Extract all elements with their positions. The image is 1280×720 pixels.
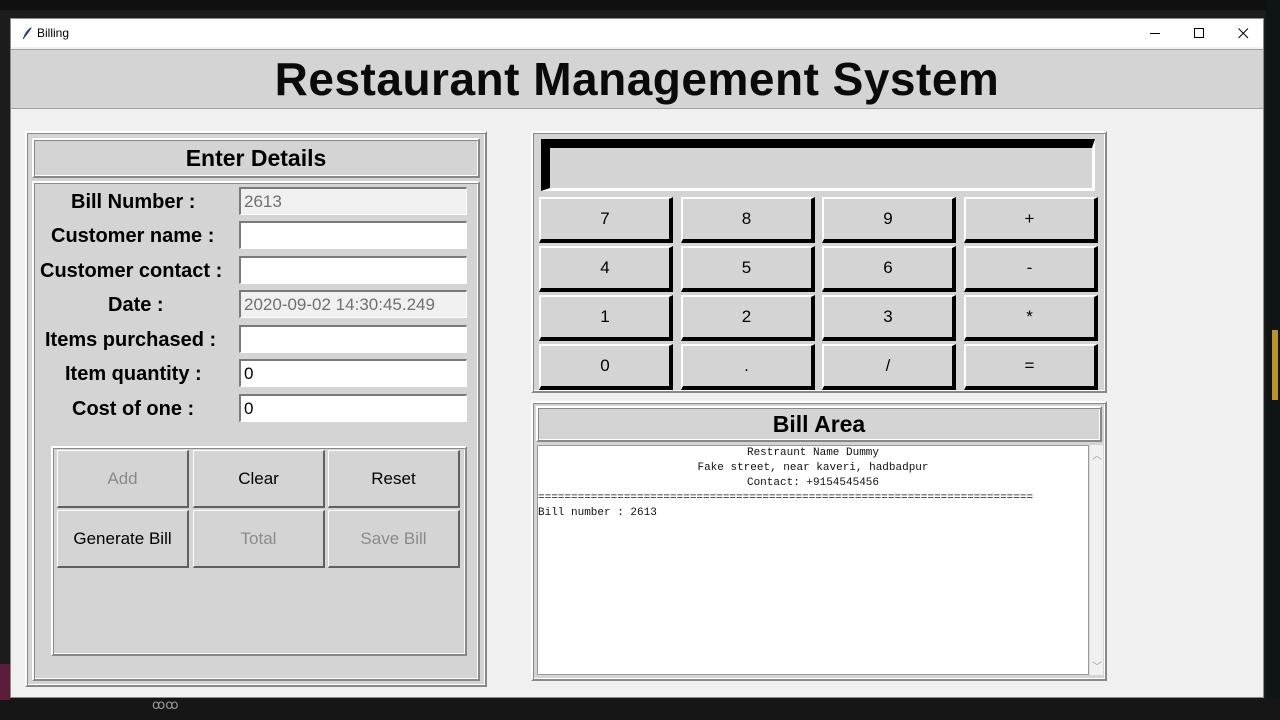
cost-of-one-field[interactable]: 0	[239, 394, 467, 422]
bill-number-label: Bill Number :	[71, 191, 196, 213]
item-quantity-field[interactable]: 0	[239, 359, 467, 387]
calc-key-4[interactable]: 4	[539, 246, 673, 292]
bill-number-field[interactable]: 2613	[239, 187, 467, 215]
window-title: Billing	[37, 26, 70, 40]
calc-key-6[interactable]: 6	[822, 246, 956, 292]
details-heading: Enter Details	[32, 138, 480, 178]
items-purchased-field[interactable]	[239, 325, 467, 353]
close-icon	[1237, 27, 1248, 38]
customer-contact-label: Customer contact :	[40, 260, 223, 282]
calc-key-multiply[interactable]: *	[963, 295, 1098, 341]
close-button[interactable]	[1221, 19, 1265, 47]
bill-text-area[interactable]: Restraunt Name Dummy Fake street, near k…	[537, 445, 1089, 675]
bill-address: Fake street, near kaveri, hadbadpur	[697, 462, 929, 474]
cost-of-one-label: Cost of one :	[72, 398, 195, 420]
details-panel: Enter Details Bill Number : 2613 Custome…	[25, 131, 487, 687]
details-form: Bill Number : 2613 Customer name : Custo…	[32, 181, 480, 681]
calc-key-9[interactable]: 9	[822, 197, 956, 243]
calc-key-8[interactable]: 8	[680, 197, 815, 243]
bill-separator: ========================================…	[538, 492, 1034, 504]
bill-restaurant-name: Restraunt Name Dummy	[746, 447, 880, 459]
calc-key-equals[interactable]: =	[963, 344, 1098, 390]
scroll-up-icon[interactable]: ︿	[1092, 447, 1102, 462]
add-button[interactable]: Add	[57, 450, 189, 508]
maximize-icon	[1193, 27, 1204, 38]
maximize-button[interactable]	[1177, 19, 1221, 47]
minimize-icon	[1149, 32, 1160, 34]
items-purchased-label: Items purchased :	[45, 329, 217, 351]
calc-key-1[interactable]: 1	[539, 295, 673, 341]
page-title: Restaurant Management System	[274, 53, 1000, 105]
generate-bill-button[interactable]: Generate Bill	[57, 510, 189, 568]
taskbar-icon[interactable]: ꝏꝏ	[152, 697, 178, 713]
title-bar[interactable]: Billing	[11, 19, 1263, 47]
calc-key-decimal[interactable]: .	[680, 344, 815, 390]
calc-key-5[interactable]: 5	[680, 246, 815, 292]
save-bill-button[interactable]: Save Bill	[328, 510, 460, 568]
minimize-button[interactable]	[1133, 19, 1177, 47]
calc-key-minus[interactable]: -	[963, 246, 1098, 292]
feather-icon	[22, 27, 32, 40]
app-header: Restaurant Management System	[11, 49, 1263, 109]
total-button[interactable]: Total	[193, 510, 325, 568]
calc-key-3[interactable]: 3	[822, 295, 956, 341]
calc-key-divide[interactable]: /	[822, 344, 956, 390]
date-label: Date :	[108, 294, 164, 316]
calc-key-2[interactable]: 2	[680, 295, 815, 341]
calculator-panel: 7 8 9 +4 5 6- 1 2 3 * 0. / =	[531, 131, 1107, 393]
scroll-down-icon[interactable]: ﹀	[1092, 658, 1102, 673]
customer-contact-field[interactable]	[239, 256, 467, 284]
actions-frame: Add Clear Reset Generate Bill Total Save…	[51, 446, 467, 656]
desktop-wallpaper-fragment	[0, 664, 10, 700]
customer-name-field[interactable]	[239, 221, 467, 249]
bill-contact: Contact: +9154545456	[746, 477, 880, 489]
calc-key-plus[interactable]: +	[963, 197, 1098, 243]
bill-scrollbar[interactable]: ︿ ﹀	[1089, 445, 1103, 675]
bill-area-panel: Bill Area Restraunt Name Dummy Fake stre…	[531, 401, 1107, 681]
clear-button[interactable]: Clear	[193, 450, 325, 508]
item-quantity-label: Item quantity :	[65, 363, 202, 385]
calc-key-7[interactable]: 7	[539, 197, 673, 243]
date-field[interactable]: 2020-09-02 14:30:45.249	[239, 290, 467, 318]
taskbar	[0, 698, 1280, 720]
calc-key-0[interactable]: 0	[539, 344, 673, 390]
bill-area-heading: Bill Area	[536, 406, 1102, 442]
reset-button[interactable]: Reset	[328, 450, 460, 508]
bill-number-line: Bill number : 2613	[538, 507, 657, 519]
calculator-display[interactable]	[541, 139, 1095, 191]
desktop-accent	[1272, 330, 1278, 400]
desktop-background	[0, 0, 1280, 10]
billing-window: Billing Restaurant Management System Ent…	[10, 18, 1264, 698]
customer-name-label: Customer name :	[51, 225, 215, 247]
